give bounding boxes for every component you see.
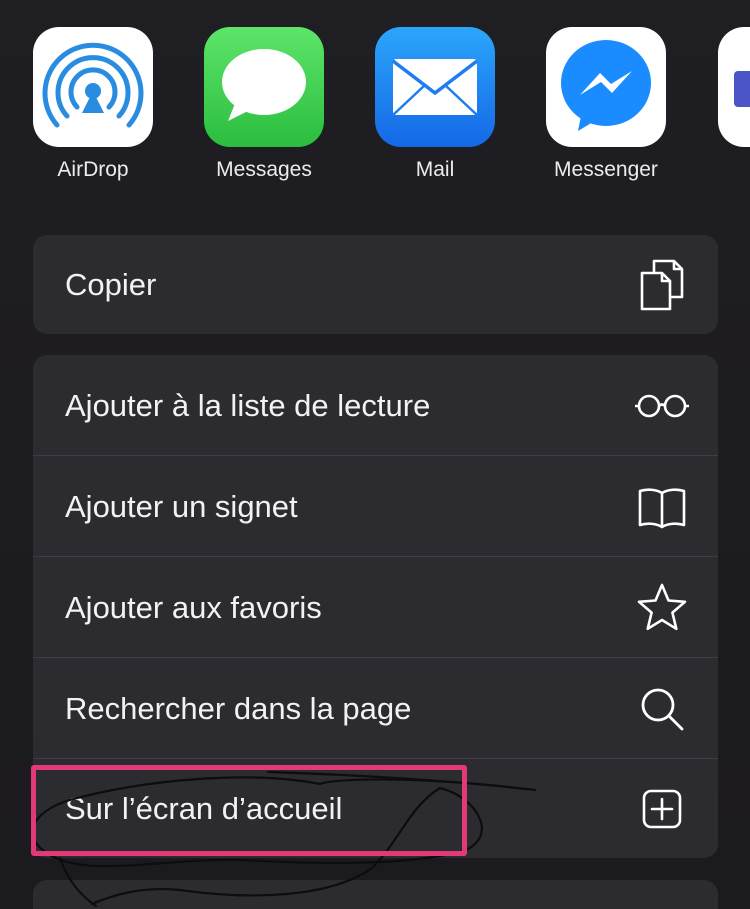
messages-icon xyxy=(204,27,324,147)
action-add-to-home-screen[interactable]: Sur l’écran d’accueil xyxy=(33,759,718,858)
share-app-label: Mail xyxy=(415,158,455,181)
action-label: Ajouter aux favoris xyxy=(65,589,322,625)
share-app-label: AirDrop xyxy=(57,158,129,181)
partial-app-icon xyxy=(718,27,750,147)
action-group-next xyxy=(33,880,718,909)
action-bookmark[interactable]: Ajouter un signet xyxy=(33,456,718,557)
star-icon xyxy=(634,580,690,636)
action-group-copy: Copier xyxy=(33,235,718,334)
share-sheet: AirDrop Messages Mail Messenger Copier A… xyxy=(0,0,750,909)
action-label: Ajouter à la liste de lecture xyxy=(65,387,431,423)
action-favorites[interactable]: Ajouter aux favoris xyxy=(33,557,718,658)
book-icon xyxy=(634,479,690,535)
share-app-label: Messages xyxy=(216,158,312,181)
share-app-messenger[interactable]: Messenger xyxy=(546,27,666,197)
mail-icon xyxy=(375,27,495,147)
share-app-row[interactable]: AirDrop Messages Mail Messenger xyxy=(0,0,750,200)
copy-icon xyxy=(634,257,690,313)
action-find-on-page[interactable]: Rechercher dans la page xyxy=(33,658,718,759)
airdrop-icon xyxy=(33,27,153,147)
share-app-messages[interactable]: Messages xyxy=(204,27,324,197)
action-reading-list[interactable]: Ajouter à la liste de lecture xyxy=(33,355,718,456)
action-label: Copier xyxy=(65,266,157,302)
action-label: Ajouter un signet xyxy=(65,488,298,524)
share-app-partial[interactable] xyxy=(718,27,750,197)
action-label: Rechercher dans la page xyxy=(65,690,412,726)
search-icon xyxy=(634,681,690,737)
add-square-icon xyxy=(634,781,690,837)
glasses-icon xyxy=(634,378,690,434)
action-label: Sur l’écran d’accueil xyxy=(65,790,343,826)
share-app-mail[interactable]: Mail xyxy=(375,27,495,197)
share-app-label: Messenger xyxy=(554,158,658,181)
messenger-icon xyxy=(546,27,666,147)
action-copy[interactable]: Copier xyxy=(33,235,718,334)
action-group-main: Ajouter à la liste de lecture Ajouter un… xyxy=(33,355,718,858)
share-app-airdrop[interactable]: AirDrop xyxy=(33,27,153,197)
